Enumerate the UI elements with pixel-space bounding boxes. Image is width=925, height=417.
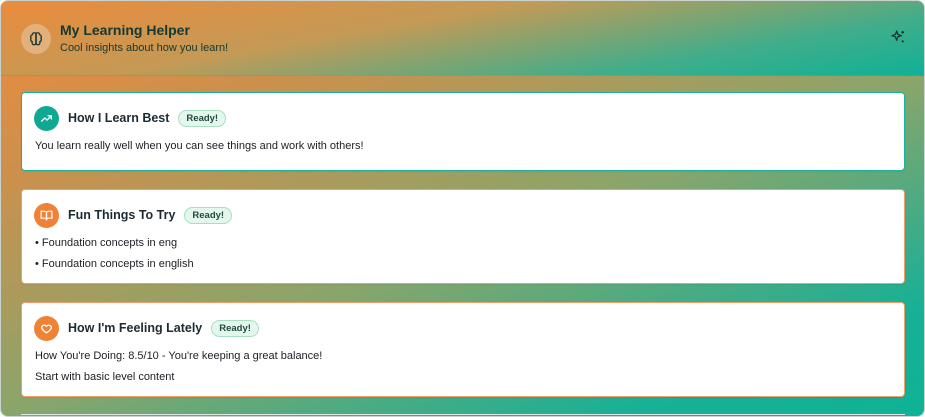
card-text: Start with basic level content [35,371,175,383]
card-header: How I'm Feeling Lately Ready! [34,315,259,341]
status-badge: Ready! [178,109,227,127]
app-title: My Learning Helper [60,22,190,38]
card-fun-things: Fun Things To Try Ready! • Foundation co… [21,189,905,284]
trending-up-icon [34,105,59,131]
card-title: How I Learn Best [68,111,170,125]
app-subtitle: Cool insights about how you learn! [60,42,229,54]
heart-icon [34,315,59,341]
list-item: • Foundation concepts in english [35,258,194,270]
card-title: How I'm Feeling Lately [68,321,203,335]
app-window: My Learning Helper Cool insights about h… [0,0,925,417]
header: My Learning Helper Cool insights about h… [1,1,924,76]
sparkles-icon[interactable] [890,29,906,45]
status-badge: Ready! [211,319,259,337]
status-badge: Ready! [184,206,233,224]
book-open-icon [34,202,59,228]
card-text: How You're Doing: 8.5/10 - You're keepin… [35,350,323,362]
divider [21,414,905,415]
card-header: Fun Things To Try Ready! [34,202,233,228]
card-header: How I Learn Best Ready! [34,105,227,131]
card-learning-style: How I Learn Best Ready! You learn really… [21,92,905,171]
card-feeling: How I'm Feeling Lately Ready! How You're… [21,302,905,397]
list-item: • Foundation concepts in eng [35,237,178,249]
card-text: You learn really well when you can see t… [35,140,364,152]
brain-icon [21,24,51,54]
card-title: Fun Things To Try [68,208,176,222]
